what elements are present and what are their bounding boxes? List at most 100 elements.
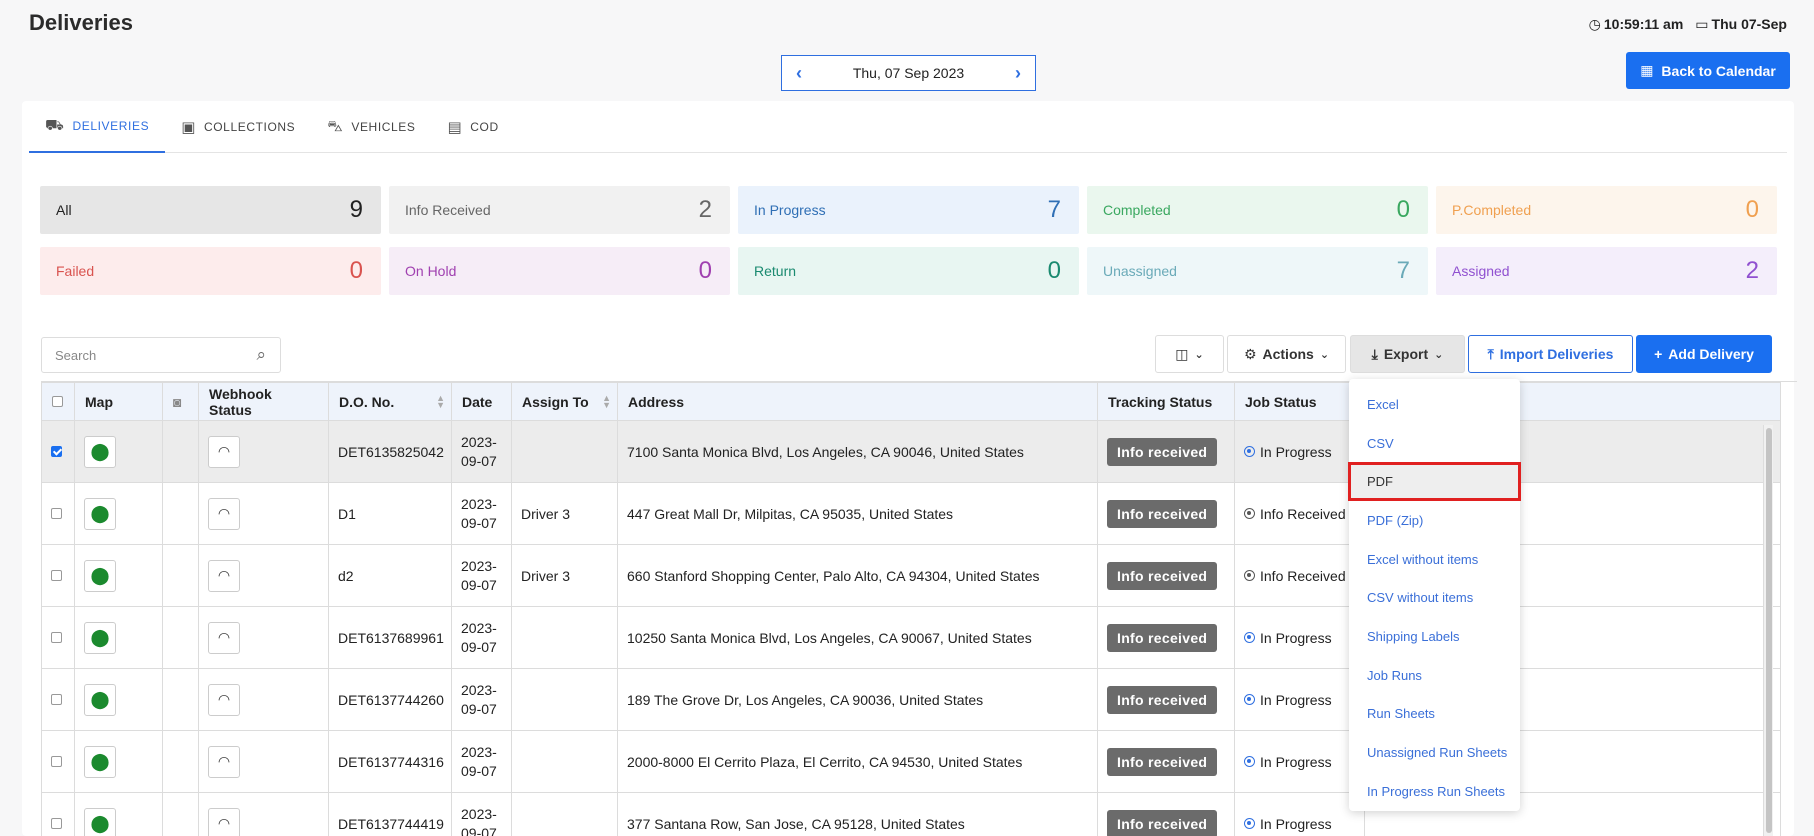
do-number[interactable]: DET6137744316	[328, 730, 452, 793]
col-do-no[interactable]: D.O. No. ▲ ▼	[328, 382, 452, 421]
main-panel: ⛟ DELIVERIES ▣ COLLECTIONS ⛍ VEHICLES ▤ …	[22, 101, 1797, 836]
current-date-label[interactable]: Thu, 07 Sep 2023	[853, 65, 964, 81]
row-select-cell[interactable]	[41, 544, 75, 607]
map-pin-button[interactable]: ⬤	[84, 745, 116, 778]
date-cell: 2023- 09-07	[451, 730, 512, 793]
tab-label: DELIVERIES	[72, 119, 150, 133]
do-number[interactable]: D1	[328, 482, 452, 545]
export-option-pdf-zip[interactable]: PDF (Zip)	[1349, 501, 1520, 540]
row-checkbox[interactable]	[51, 631, 62, 643]
map-pin-button[interactable]: ⬤	[84, 621, 116, 654]
sort-icon[interactable]: ▲▼	[602, 394, 611, 410]
card-label: Return	[754, 263, 797, 279]
webhook-button[interactable]: ◠	[208, 621, 240, 654]
map-cell: ⬤	[74, 482, 163, 545]
col-assign-to[interactable]: Assign To ▲ ▼	[511, 382, 618, 421]
tab-cod[interactable]: ▤ COD	[432, 101, 515, 153]
do-number[interactable]: DET6135825042	[328, 420, 452, 483]
export-option-in-progress-run-sheets[interactable]: In Progress Run Sheets	[1349, 772, 1520, 811]
export-button[interactable]: ⤓ Export ⌄	[1350, 335, 1465, 373]
status-card-return[interactable]: Return 0	[738, 247, 1079, 295]
card-count: 0	[1047, 257, 1061, 284]
scrollbar-thumb[interactable]	[1766, 428, 1772, 833]
webhook-button[interactable]: ◠	[208, 807, 240, 836]
status-card-unassigned[interactable]: Unassigned 7	[1087, 247, 1428, 295]
import-deliveries-button[interactable]: ⤒ Import Deliveries	[1468, 335, 1633, 373]
row-select-cell[interactable]	[41, 420, 75, 483]
export-option-excel[interactable]: Excel	[1349, 385, 1520, 424]
address: 189 The Grove Dr, Los Angeles, CA 90036,…	[617, 668, 1098, 731]
do-number[interactable]: DET6137744260	[328, 668, 452, 731]
row-checkbox[interactable]	[51, 693, 62, 705]
webhook-button[interactable]: ◠	[208, 745, 240, 778]
map-pin-button[interactable]: ⬤	[84, 559, 116, 592]
webhook-button[interactable]: ◠	[208, 435, 240, 468]
export-option-csv[interactable]: CSV	[1349, 424, 1520, 463]
export-option-excel-without-items[interactable]: Excel without items	[1349, 540, 1520, 579]
add-delivery-button[interactable]: + Add Delivery	[1636, 335, 1772, 373]
webhook-button[interactable]: ◠	[208, 683, 240, 716]
job-status: Info Received	[1244, 506, 1355, 522]
rss-icon: ◠	[218, 815, 230, 831]
row-select-cell[interactable]	[41, 668, 75, 731]
tab-vehicles[interactable]: ⛍ VEHICLES	[311, 101, 431, 153]
chevron-down-icon: ⌄	[1434, 348, 1444, 361]
row-select-cell[interactable]	[41, 482, 75, 545]
search-icon[interactable]: ⌕	[256, 345, 266, 365]
table-scrollbar[interactable]	[1763, 425, 1773, 836]
row-checkbox[interactable]	[51, 569, 62, 581]
next-day-button[interactable]: ›	[1015, 63, 1021, 84]
status-card-assigned[interactable]: Assigned 2	[1436, 247, 1777, 295]
select-all-checkbox[interactable]	[52, 395, 63, 407]
status-card-completed[interactable]: Completed 0	[1087, 186, 1428, 234]
tracking-status-cell: Info received	[1097, 482, 1235, 545]
export-option-shipping-labels[interactable]: Shipping Labels	[1349, 617, 1520, 656]
status-card-all[interactable]: All 9	[40, 186, 381, 234]
photo-cell	[162, 420, 199, 483]
select-all-header[interactable]	[41, 382, 75, 421]
do-number[interactable]: d2	[328, 544, 452, 607]
search-input[interactable]: Search	[55, 348, 96, 363]
status-card-info-received[interactable]: Info Received 2	[389, 186, 730, 234]
tab-deliveries[interactable]: ⛟ DELIVERIES	[29, 101, 166, 153]
map-pin-button[interactable]: ⬤	[84, 497, 116, 530]
date-month-day: 09-07	[461, 824, 497, 836]
row-select-cell[interactable]	[41, 792, 75, 836]
row-checkbox[interactable]	[51, 445, 62, 457]
webhook-button[interactable]: ◠	[208, 497, 240, 530]
do-number[interactable]: DET6137744419	[328, 792, 452, 836]
map-pin-button[interactable]: ⬤	[84, 807, 116, 836]
export-option-pdf[interactable]: PDF	[1348, 462, 1521, 502]
status-card-p-completed[interactable]: P.Completed 0	[1436, 186, 1777, 234]
status-card-in-progress[interactable]: In Progress 7	[738, 186, 1079, 234]
map-pin-button[interactable]: ⬤	[84, 435, 116, 468]
row-checkbox[interactable]	[51, 817, 62, 829]
column-toggle-button[interactable]: ◫ ⌄	[1155, 335, 1224, 373]
prev-day-button[interactable]: ‹	[796, 63, 802, 84]
webhook-cell: ◠	[198, 482, 329, 545]
row-select-cell[interactable]	[41, 606, 75, 669]
map-pin-icon: ⬤	[90, 441, 110, 461]
tracking-status-badge: Info received	[1107, 623, 1218, 652]
map-pin-button[interactable]: ⬤	[84, 683, 116, 716]
status-card-failed[interactable]: Failed 0	[40, 247, 381, 295]
tab-collections[interactable]: ▣ COLLECTIONS	[165, 101, 311, 153]
export-option-unassigned-run-sheets[interactable]: Unassigned Run Sheets	[1349, 733, 1520, 772]
search-box[interactable]: Search ⌕	[41, 337, 281, 373]
row-select-cell[interactable]	[41, 730, 75, 793]
row-checkbox[interactable]	[51, 507, 62, 519]
export-option-job-runs[interactable]: Job Runs	[1349, 656, 1520, 695]
do-number[interactable]: DET6137689961	[328, 606, 452, 669]
back-to-calendar-button[interactable]: ▦ Back to Calendar	[1626, 52, 1790, 89]
card-count: 7	[1396, 257, 1410, 284]
webhook-button[interactable]: ◠	[208, 559, 240, 592]
col-job-status[interactable]: Job Status▲▼	[1234, 382, 1365, 421]
status-card-on-hold[interactable]: On Hold 0	[389, 247, 730, 295]
sort-icon[interactable]: ▲▼	[436, 394, 445, 410]
actions-button[interactable]: ⚙ Actions ⌄	[1227, 335, 1346, 373]
export-option-csv-without-items[interactable]: CSV without items	[1349, 578, 1520, 617]
row-checkbox[interactable]	[51, 755, 62, 767]
export-option-run-sheets[interactable]: Run Sheets	[1349, 695, 1520, 734]
job-status: In Progress	[1244, 754, 1355, 770]
columns-icon: ◫	[1175, 345, 1189, 362]
